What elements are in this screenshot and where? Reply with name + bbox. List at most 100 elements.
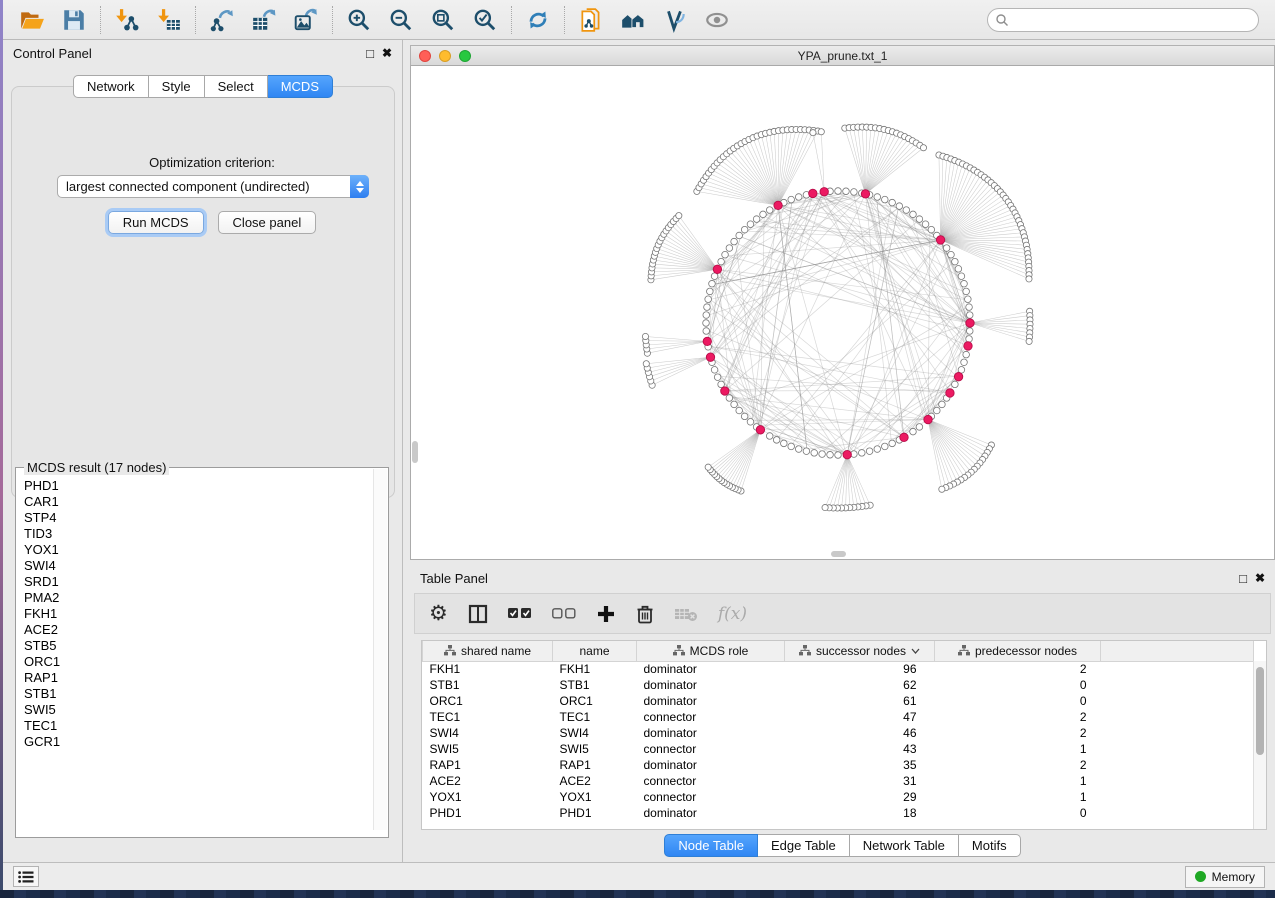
function-builder-button[interactable]: f(x)	[718, 604, 747, 624]
table-row[interactable]: SWI4SWI4dominator462	[423, 725, 1254, 741]
toolbar-separator	[332, 6, 333, 34]
leaf-node	[920, 145, 926, 151]
dominator-node	[706, 353, 714, 361]
tab-style[interactable]: Style	[149, 75, 205, 98]
zoom-out-icon	[388, 7, 414, 33]
mcds-result-list[interactable]: PHD1CAR1STP4TID3YOX1SWI4SRD1PMA2FKH1ACE2…	[17, 478, 369, 830]
open-session-button[interactable]	[11, 2, 53, 38]
two-houses-icon	[620, 7, 646, 33]
zoom-fit-icon	[430, 7, 456, 33]
network-graph[interactable]	[411, 66, 1274, 558]
search-input[interactable]	[987, 8, 1259, 32]
select-all-button[interactable]	[508, 608, 532, 620]
import-network-button[interactable]	[106, 2, 148, 38]
dropdown-value: largest connected component (undirected)	[58, 179, 350, 194]
column-header-predecessor-nodes[interactable]: predecessor nodes	[935, 641, 1101, 661]
tab-network[interactable]: Network	[73, 75, 149, 98]
mcds-result-box: MCDS result (17 nodes) PHD1CAR1STP4TID3Y…	[15, 467, 389, 838]
ring-node	[966, 328, 973, 335]
ring-node	[753, 216, 760, 223]
zoom-fit-button[interactable]	[422, 2, 464, 38]
export-network-button[interactable]	[201, 2, 243, 38]
ring-node	[781, 440, 788, 447]
list-item: STB1	[24, 686, 369, 702]
list-item: SWI4	[24, 558, 369, 574]
refresh-layout-button[interactable]	[517, 2, 559, 38]
close-panel-button[interactable]: Close panel	[218, 211, 317, 234]
canvas-vertical-scrollthumb[interactable]	[412, 441, 418, 463]
export-network-icon	[209, 7, 235, 33]
ring-node	[722, 251, 729, 258]
table-row[interactable]: SWI5SWI5connector431	[423, 741, 1254, 757]
tab-select[interactable]: Select	[205, 75, 268, 98]
dominator-node	[713, 265, 721, 273]
show-hide-button[interactable]	[696, 2, 738, 38]
tab-motifs[interactable]: Motifs	[959, 834, 1021, 857]
tab-mcds[interactable]: MCDS	[268, 75, 333, 98]
import-table-button[interactable]	[148, 2, 190, 38]
table-scrollthumb[interactable]	[1256, 667, 1264, 755]
zoom-selected-button[interactable]	[464, 2, 506, 38]
network-canvas[interactable]	[410, 66, 1275, 560]
result-scrollbar[interactable]	[373, 469, 387, 830]
export-table-button[interactable]	[243, 2, 285, 38]
column-header-name[interactable]: name	[553, 641, 637, 661]
table-settings-button[interactable]: ⚙	[429, 603, 448, 624]
run-mcds-button[interactable]: Run MCDS	[108, 211, 204, 234]
table-row[interactable]: FKH1FKH1dominator962	[423, 661, 1254, 677]
table-scrollbar[interactable]	[1253, 661, 1266, 829]
style-preview-button[interactable]	[654, 2, 696, 38]
optimization-criterion-dropdown[interactable]: largest connected component (undirected)	[57, 175, 369, 198]
table-row[interactable]: ORC1ORC1dominator610	[423, 693, 1254, 709]
close-table-panel-icon[interactable]: ✖	[1255, 572, 1265, 584]
deselect-all-button[interactable]	[552, 608, 576, 620]
table-row[interactable]: STB1STB1dominator620	[423, 677, 1254, 693]
export-image-button[interactable]	[285, 2, 327, 38]
refresh-icon	[525, 7, 551, 33]
zoom-in-button[interactable]	[338, 2, 380, 38]
list-item: CAR1	[24, 494, 369, 510]
memory-button[interactable]: Memory	[1185, 866, 1265, 888]
ring-node	[889, 199, 896, 206]
delete-table-icon	[674, 606, 698, 622]
table-row[interactable]: TEC1TEC1connector472	[423, 709, 1254, 725]
list-item: SRD1	[24, 574, 369, 590]
tab-edge-table[interactable]: Edge Table	[758, 834, 850, 857]
tab-network-table[interactable]: Network Table	[850, 834, 959, 857]
ring-node	[827, 451, 834, 458]
ring-node	[736, 232, 743, 239]
dominator-node	[936, 236, 944, 244]
ring-node	[819, 451, 826, 458]
ring-node	[703, 320, 710, 327]
ring-node	[882, 443, 889, 450]
home-pages-button[interactable]	[612, 2, 654, 38]
table-row[interactable]: YOX1YOX1connector291	[423, 789, 1254, 805]
ring-node	[703, 328, 710, 335]
table-row[interactable]: RAP1RAP1dominator352	[423, 757, 1254, 773]
dominator-node	[964, 342, 972, 350]
save-session-button[interactable]	[53, 2, 95, 38]
delete-table-button[interactable]	[674, 606, 698, 622]
split-panel-button[interactable]	[468, 604, 488, 624]
eye-icon	[704, 7, 730, 33]
network-titlebar[interactable]: YPA_prune.txt_1	[410, 45, 1275, 66]
table-row[interactable]: ACE2ACE2connector311	[423, 773, 1254, 789]
float-panel-icon[interactable]: □	[366, 47, 374, 60]
column-header-shared-name[interactable]: shared name	[423, 641, 553, 661]
table-row[interactable]: PHD1PHD1dominator180	[423, 805, 1254, 821]
delete-column-button[interactable]	[636, 604, 654, 624]
tab-node-table[interactable]: Node Table	[664, 834, 758, 857]
ring-node	[961, 280, 968, 287]
float-table-panel-icon[interactable]: □	[1239, 572, 1247, 585]
column-header-successor-nodes[interactable]: successor nodes	[785, 641, 935, 661]
add-column-button[interactable]	[596, 604, 616, 624]
network-file-button[interactable]	[570, 2, 612, 38]
zoom-out-button[interactable]	[380, 2, 422, 38]
canvas-horizontal-scrollthumb[interactable]	[831, 551, 846, 557]
ring-node	[966, 304, 973, 311]
column-header-MCDS-role[interactable]: MCDS role	[637, 641, 785, 661]
close-panel-icon[interactable]: ✖	[382, 47, 392, 59]
show-log-button[interactable]	[13, 866, 39, 887]
ring-node	[882, 196, 889, 203]
ring-node	[766, 433, 773, 440]
